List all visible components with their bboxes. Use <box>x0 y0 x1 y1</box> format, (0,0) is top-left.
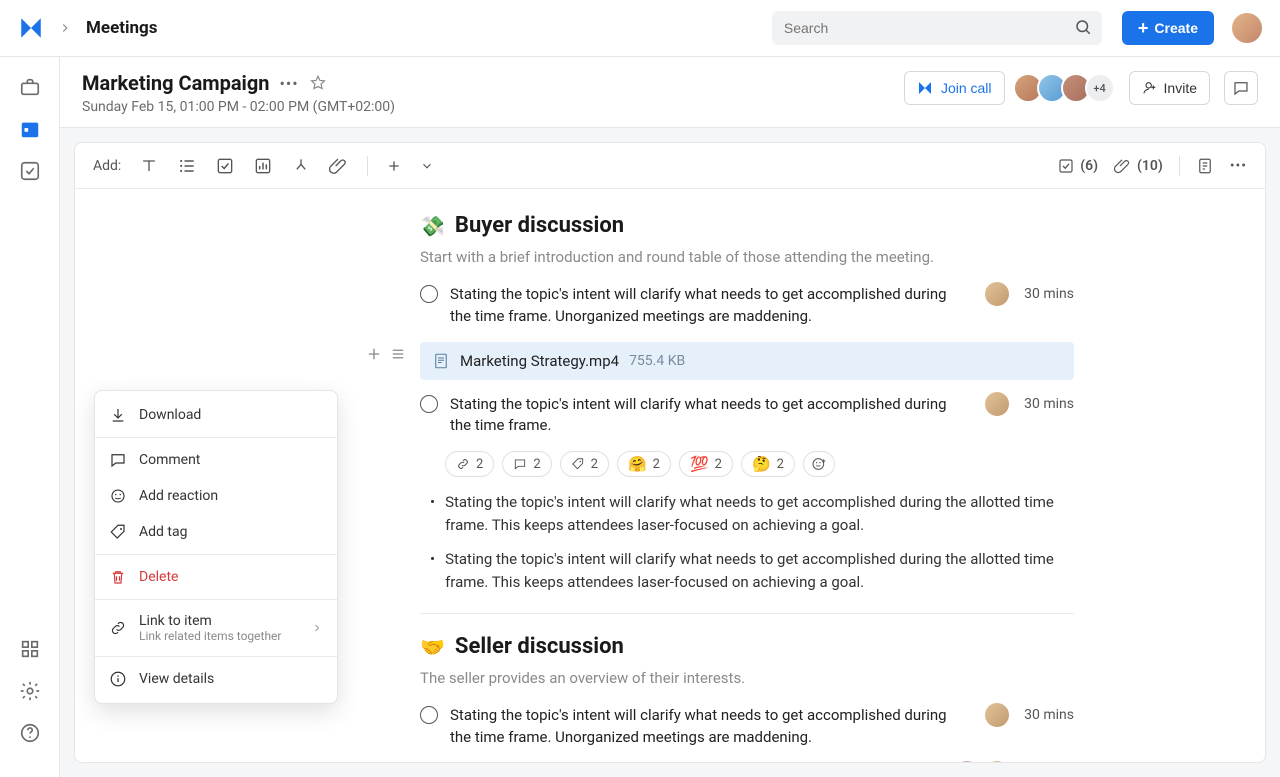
section-emoji: 💸 <box>420 214 445 238</box>
add-row-icon[interactable] <box>365 345 383 363</box>
assignee-avatar[interactable] <box>984 702 1010 728</box>
page-subtitle: Sunday Feb 15, 01:00 PM - 02:00 PM (GMT+… <box>82 99 904 115</box>
comment-icon <box>109 451 127 469</box>
chevron-right-icon <box>311 622 323 634</box>
ctx-view-details[interactable]: View details <box>95 661 337 697</box>
sidebar <box>0 57 60 777</box>
section-divider <box>420 613 1074 614</box>
ctx-download[interactable]: Download <box>95 397 337 433</box>
section-title[interactable]: Buyer discussion <box>455 213 624 238</box>
apps-icon[interactable] <box>18 637 42 661</box>
ctx-delete[interactable]: Delete <box>95 559 337 595</box>
attendee-avatars[interactable]: +4 <box>1019 73 1115 103</box>
avatar-overflow[interactable]: +4 <box>1085 73 1115 103</box>
context-menu: Download Comment Add reaction Add tag De… <box>94 390 338 704</box>
section-title[interactable]: Seller discussion <box>455 634 624 659</box>
search-icon[interactable] <box>1074 18 1092 36</box>
briefcase-icon[interactable] <box>18 75 42 99</box>
invite-icon <box>1142 80 1158 96</box>
reaction-comment[interactable]: 2 <box>502 451 551 477</box>
decision-tool-icon[interactable] <box>291 156 311 176</box>
search-input[interactable] <box>772 11 1102 45</box>
task-duration: 30 mins <box>1024 286 1074 302</box>
chevron-down-icon[interactable] <box>420 159 434 173</box>
page-title: Marketing Campaign <box>82 71 270 95</box>
reaction-tag[interactable]: 2 <box>560 451 609 477</box>
plus-icon: + <box>1138 19 1149 37</box>
section-emoji: 🤝 <box>420 635 445 659</box>
tasks-count-button[interactable]: (6) <box>1057 157 1098 175</box>
join-call-button[interactable]: Join call <box>904 71 1005 105</box>
agenda-task[interactable]: Stating the topic's intent will clarify … <box>420 394 1074 438</box>
assignee-avatar[interactable] <box>954 760 980 763</box>
star-icon[interactable] <box>309 74 327 92</box>
bullet-item[interactable]: Stating the topic's intent will clarify … <box>430 548 1074 593</box>
checkbox-tool-icon[interactable] <box>215 156 235 176</box>
template-icon[interactable] <box>1196 157 1214 175</box>
ctx-comment[interactable]: Comment <box>95 442 337 478</box>
reaction-emoji[interactable]: 🤗2 <box>617 451 671 477</box>
add-block-button[interactable] <box>386 158 402 174</box>
add-label: Add: <box>93 158 121 174</box>
task-checkbox[interactable] <box>420 395 438 413</box>
agenda-task[interactable]: Stating the topic's intent will clarify … <box>420 284 1074 328</box>
download-icon <box>109 406 127 424</box>
app-logo-small-icon <box>917 80 933 96</box>
text-tool-icon[interactable] <box>139 156 159 176</box>
assignee-avatar[interactable] <box>984 760 1010 763</box>
file-icon <box>432 352 450 370</box>
help-icon[interactable] <box>18 721 42 745</box>
tag-icon <box>109 523 127 541</box>
create-button[interactable]: +Create <box>1122 11 1214 45</box>
file-attachment[interactable]: Marketing Strategy.mp4 755.4 KB <box>420 342 1074 380</box>
drag-handle-icon[interactable] <box>389 345 407 363</box>
calendar-icon[interactable] <box>18 117 42 141</box>
chevron-right-icon <box>58 21 72 35</box>
ctx-add-tag[interactable]: Add tag <box>95 514 337 550</box>
section-subtitle[interactable]: Start with a brief introduction and roun… <box>420 248 1074 266</box>
comments-button[interactable] <box>1224 71 1258 105</box>
tasks-icon[interactable] <box>18 159 42 183</box>
list-tool-icon[interactable] <box>177 156 197 176</box>
add-reaction-button[interactable] <box>803 451 835 477</box>
assignee-avatar[interactable] <box>984 391 1010 417</box>
info-icon <box>109 670 127 688</box>
more-options-icon[interactable]: ••• <box>280 74 299 93</box>
task-checkbox[interactable] <box>420 706 438 724</box>
reaction-emoji[interactable]: 🤔2 <box>741 451 795 477</box>
attachment-tool-icon[interactable] <box>329 156 349 176</box>
ctx-link-to-item[interactable]: Link to itemLink related items together <box>95 604 337 652</box>
reaction-link[interactable]: 2 <box>445 451 494 477</box>
link-icon <box>109 619 127 637</box>
reaction-emoji[interactable]: 💯2 <box>679 451 733 477</box>
trash-icon <box>109 568 127 586</box>
invite-button[interactable]: Invite <box>1129 71 1210 105</box>
breadcrumb[interactable]: Meetings <box>86 18 157 38</box>
ctx-add-reaction[interactable]: Add reaction <box>95 478 337 514</box>
more-icon[interactable]: ••• <box>1230 158 1247 174</box>
assignee-avatar[interactable] <box>984 281 1010 307</box>
attachments-count-button[interactable]: (10) <box>1114 157 1163 175</box>
smiley-icon <box>109 487 127 505</box>
task-duration: 30 mins <box>1024 396 1074 412</box>
bullet-item[interactable]: Stating the topic's intent will clarify … <box>430 491 1074 536</box>
app-logo-icon[interactable] <box>18 15 44 41</box>
task-duration: 30 mins <box>1024 707 1074 723</box>
agenda-task[interactable]: Stating the topic's intent will clarify … <box>420 705 1074 749</box>
user-avatar[interactable] <box>1232 13 1262 43</box>
poll-tool-icon[interactable] <box>253 156 273 176</box>
gear-icon[interactable] <box>18 679 42 703</box>
task-checkbox[interactable] <box>420 285 438 303</box>
section-subtitle[interactable]: The seller provides an overview of their… <box>420 669 1074 687</box>
